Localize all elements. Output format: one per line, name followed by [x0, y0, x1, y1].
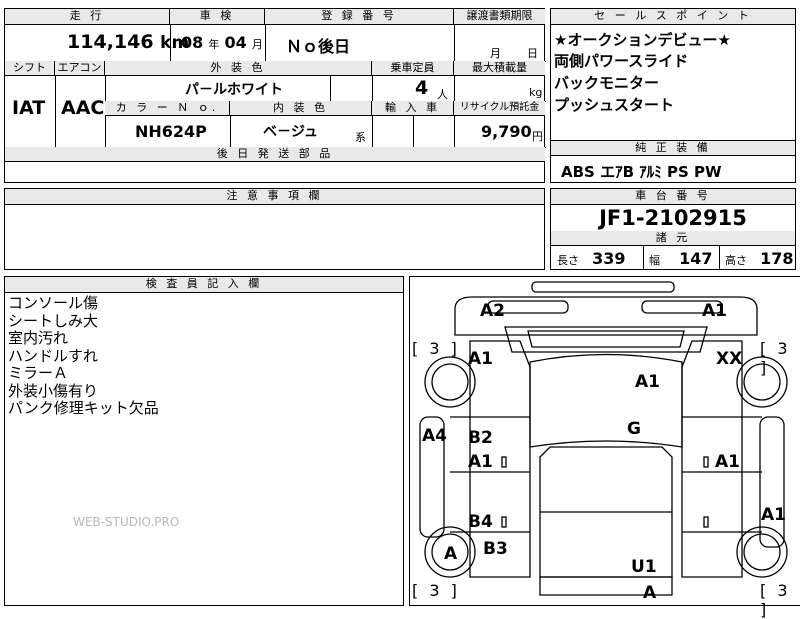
- note-item: パンク修理キット欠品: [8, 399, 159, 417]
- divider: [454, 25, 455, 61]
- capacity-header: 乗車定員: [372, 61, 454, 76]
- damage-mark: A1: [761, 505, 786, 525]
- damage-mark: A1: [468, 349, 493, 369]
- aircon-value: AAC: [61, 97, 105, 119]
- damage-mark: B3: [483, 539, 508, 559]
- recycle-unit: 円: [532, 130, 543, 143]
- inspector-header: 検 査 員 記 入 欄: [5, 277, 403, 293]
- shift-value: IAT: [12, 97, 46, 119]
- sale-points-box: セ ー ル ス ポ イ ン ト ★オークションデビュー★ 両側パワースライド バ…: [550, 8, 796, 183]
- capacity-unit: 人: [437, 88, 448, 101]
- registration-value: Ｎｏ後日: [286, 37, 351, 56]
- chassis-no-header: 車 台 番 号: [551, 189, 795, 205]
- sale-point-item: ★オークションデビュー★: [554, 31, 731, 49]
- mileage-header: 走 行: [5, 9, 170, 25]
- divider: [230, 116, 231, 147]
- note-item: 外装小傷有り: [8, 381, 99, 400]
- color-no-header: カ ラ ー Ｎ ｏ.: [105, 101, 230, 116]
- note-item: ミラーＡ: [8, 364, 69, 382]
- damage-mark: A: [643, 583, 657, 603]
- damage-mark: B4: [468, 512, 493, 532]
- registration-header: 登 録 番 号: [265, 9, 454, 25]
- damage-mark: A: [444, 544, 458, 564]
- sale-point-item: プッシュスタート: [554, 96, 675, 114]
- divider: [372, 116, 373, 147]
- damage-mark: A1: [635, 372, 660, 392]
- damage-mark: A1: [468, 452, 493, 472]
- tire-tread-rear-right: [ 3 ]: [760, 581, 791, 619]
- divider: [413, 116, 414, 147]
- tire-tread-rear-left: [ 3 ]: [412, 581, 460, 600]
- later-parts-header: 後 日 発 送 部 品: [5, 147, 545, 162]
- caution-header: 注 意 事 項 欄: [5, 189, 544, 205]
- damage-mark: A2: [480, 301, 505, 321]
- capacity-value: 4: [415, 77, 429, 99]
- inspection-date: 08 年 04 月: [181, 33, 263, 52]
- damage-mark: A1: [715, 452, 740, 472]
- interior-suffix: 系: [355, 131, 366, 144]
- divider: [372, 76, 373, 101]
- recycle-header: リサイクル預託金: [454, 101, 545, 116]
- deadline-day: 日: [527, 47, 538, 60]
- genuine-equipment-header: 純 正 装 備: [551, 141, 795, 156]
- aircon-header: エアコン: [55, 61, 105, 76]
- exterior-color-value: パ－ルホワイト: [185, 82, 283, 98]
- divider: [330, 76, 331, 101]
- chassis-box: 車 台 番 号 JF1-2102915 諸 元 長さ 339 幅 147 高さ …: [550, 188, 796, 270]
- damage-mark: XX: [716, 349, 743, 369]
- inspector-notes-list: コンソール傷 シートしみ大 室内汚れ ハンドルすれ ミラーＡ 外装小傷有り パン…: [8, 294, 159, 418]
- watermark: WEB-STUDIO.PRO: [73, 515, 180, 529]
- inspection-header: 車 検: [170, 9, 265, 25]
- tire-tread-front-right: [ 3 ]: [760, 339, 791, 377]
- spec-height: 高さ 178: [725, 249, 794, 268]
- damage-mark: U1: [631, 557, 657, 577]
- equipment-value: ABS エｱB ｱﾙﾐ PS PW: [561, 163, 722, 181]
- vehicle-info-table: 走 行 車 検 登 録 番 号 譲渡書類期限 114,146 km 08 年 0…: [4, 8, 546, 183]
- divider: [719, 246, 720, 270]
- sale-point-item: バックモニター: [554, 74, 660, 92]
- max-load-header: 最大積載量: [454, 61, 545, 76]
- note-item: ハンドルすれ: [8, 346, 99, 365]
- damage-mark: A1: [702, 301, 727, 321]
- spec-length: 長さ 339: [557, 249, 626, 268]
- damage-mark: G: [627, 419, 641, 439]
- transfer-deadline-header: 譲渡書類期限: [454, 9, 545, 25]
- load-unit: kg: [529, 86, 543, 99]
- exterior-color-header: 外 装 色: [105, 61, 372, 76]
- chassis-no-value: JF1-2102915: [599, 206, 747, 230]
- color-no-value: NH624P: [135, 122, 207, 141]
- divider: [170, 25, 171, 61]
- caution-box: 注 意 事 項 欄: [4, 188, 545, 270]
- interior-color-header: 内 装 色: [230, 101, 372, 116]
- interior-color-value: ベ－ジュ: [263, 124, 319, 140]
- shift-header: シフト: [5, 61, 55, 76]
- damage-mark: B2: [468, 428, 493, 448]
- import-header: 輸 入 車: [372, 101, 454, 116]
- inspector-notes-box: 検 査 員 記 入 欄 コンソール傷 シートしみ大 室内汚れ ハンドルすれ ミラ…: [4, 276, 404, 606]
- sale-point-item: 両側パワースライド: [554, 52, 689, 70]
- divider: [643, 246, 644, 270]
- specs-header: 諸 元: [551, 231, 795, 246]
- note-item: 室内汚れ: [8, 329, 69, 347]
- divider: [265, 25, 266, 61]
- recycle-value: 9,790: [481, 122, 532, 141]
- car-diagram-box: [ 3 ] [ 3 ] [ 3 ] [ 3 ] A2 A1 A1 XX A1 A…: [409, 276, 800, 619]
- divider: [55, 76, 56, 147]
- spec-width: 幅 147: [649, 249, 713, 268]
- note-item: シートしみ大: [8, 311, 99, 330]
- note-item: コンソール傷: [8, 294, 99, 312]
- sale-points-header: セ ー ル ス ポ イ ン ト: [551, 9, 795, 25]
- deadline-month: 月: [490, 47, 501, 60]
- tire-tread-front-left: [ 3 ]: [412, 339, 460, 358]
- damage-mark: A4: [422, 426, 447, 446]
